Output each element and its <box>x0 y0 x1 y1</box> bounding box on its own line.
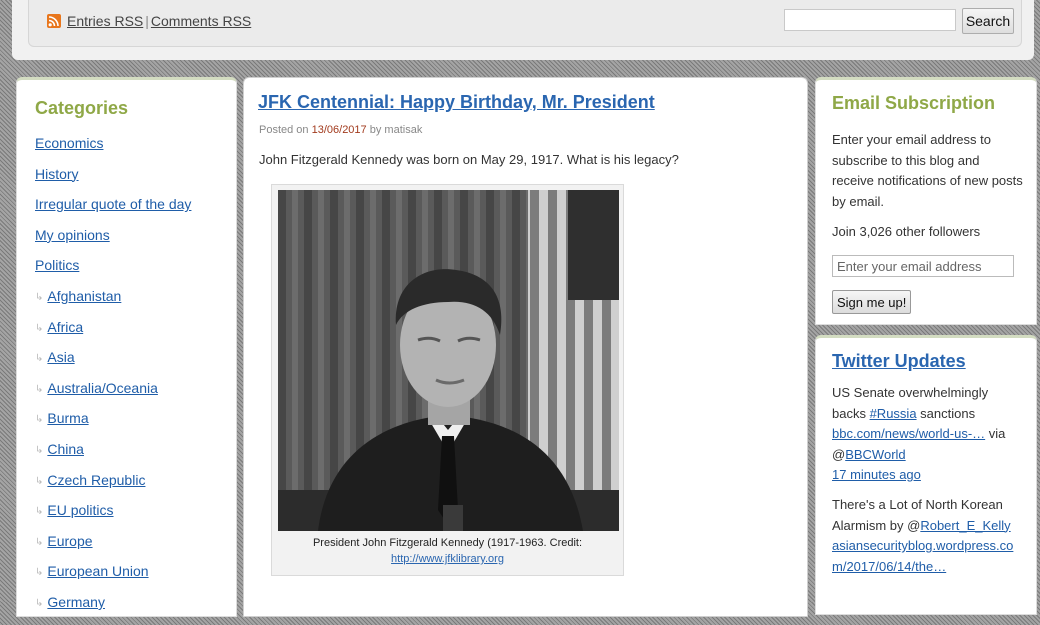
tweet-link[interactable]: bbc.com/news/world-us-… <box>832 426 985 441</box>
category-link[interactable]: Africa <box>47 319 83 335</box>
twitter-title-link[interactable]: Twitter Updates <box>832 351 966 371</box>
photo-caption: President John Fitzgerald Kennedy (1917-… <box>276 535 619 567</box>
post-title: JFK Centennial: Happy Birthday, Mr. Pres… <box>258 92 655 113</box>
header-inner: Entries RSS | Comments RSS Search <box>28 0 1022 47</box>
sidebar-item: ↳ European Union <box>35 563 191 594</box>
category-link[interactable]: Politics <box>35 257 79 273</box>
category-link[interactable]: Asia <box>47 349 74 365</box>
sidebar-item: ↳ Europe <box>35 533 191 564</box>
subcategory-arrow-icon: ↳ <box>35 444 44 456</box>
category-link[interactable]: European Union <box>47 563 148 579</box>
post-date[interactable]: 13/06/2017 <box>312 124 367 136</box>
rss-icon[interactable] <box>47 14 61 28</box>
followers-count: Join 3,026 other followers <box>832 224 981 239</box>
tweet-time-link[interactable]: 17 minutes ago <box>832 467 921 482</box>
category-link[interactable]: Burma <box>47 410 88 426</box>
tweet-handle-link[interactable]: BBCWorld <box>845 447 905 462</box>
rss-links: Entries RSS | Comments RSS <box>67 13 251 29</box>
entries-rss-link[interactable]: Entries RSS <box>67 13 143 29</box>
category-link[interactable]: My opinions <box>35 227 110 243</box>
subcategory-arrow-icon: ↳ <box>35 506 44 518</box>
category-link[interactable]: China <box>47 441 84 457</box>
comments-rss-link[interactable]: Comments RSS <box>151 13 251 29</box>
category-link[interactable]: History <box>35 166 79 182</box>
subcategory-arrow-icon: ↳ <box>35 414 44 426</box>
sidebar-item: ↳ EU politics <box>35 502 191 533</box>
subcategory-arrow-icon: ↳ <box>35 475 44 487</box>
tweet-link[interactable]: asiansecurityblog.wordpress.com/2017/06/… <box>832 538 1013 574</box>
sidebar-item: ↳ Australia/Oceania <box>35 380 191 411</box>
twitter-title: Twitter Updates <box>832 351 966 372</box>
sidebar-item: Politics <box>35 257 191 288</box>
category-link[interactable]: Czech Republic <box>47 472 145 488</box>
sidebar-item: ↳ Germany <box>35 594 191 625</box>
category-link[interactable]: Irregular quote of the day <box>35 196 191 212</box>
categories-title: Categories <box>35 98 129 118</box>
sign-up-button[interactable]: Sign me up! <box>832 290 912 314</box>
categories-list: Economics History Irregular quote of the d… <box>35 135 191 625</box>
email-description: Enter your email address to subscribe to… <box>832 132 1023 209</box>
tweet-handle-link[interactable]: Robert_E_Kelly <box>920 518 1010 533</box>
email-field[interactable] <box>832 255 1014 277</box>
sidebar-item: ↳ Asia <box>35 349 191 380</box>
sidebar-item: History <box>35 166 191 197</box>
email-subscription-widget: Email Subscription Enter your email addr… <box>815 77 1037 325</box>
twitter-widget: Twitter Updates US Senate overwhelmingly… <box>815 335 1037 615</box>
sidebar-item: ↳ Africa <box>35 319 191 350</box>
post-intro: John Fitzgerald Kennedy was born on May … <box>259 152 679 167</box>
sidebar-item: Economics <box>35 135 191 166</box>
sidebar-item: ↳ Afghanistan <box>35 288 191 319</box>
category-link[interactable]: Afghanistan <box>47 288 121 304</box>
hashtag-link[interactable]: #Russia <box>870 406 917 421</box>
search-button[interactable]: Search <box>962 8 1014 34</box>
rss-separator: | <box>145 13 149 29</box>
subcategory-arrow-icon: ↳ <box>35 567 44 579</box>
caption-text: President John Fitzgerald Kennedy (1917-… <box>312 537 583 549</box>
sidebar-item: My opinions <box>35 227 191 258</box>
sidebar-item: Irregular quote of the day <box>35 196 191 227</box>
main-content: JFK Centennial: Happy Birthday, Mr. Pres… <box>243 77 808 617</box>
tweet: US Senate overwhelmingly backs #Russia s… <box>832 383 1024 486</box>
caption-link[interactable]: http://www.jfklibrary.org <box>391 553 504 565</box>
post-meta: Posted on 13/06/2017 by matisak <box>259 124 422 136</box>
category-link[interactable]: Australia/Oceania <box>47 380 158 396</box>
post-title-link[interactable]: JFK Centennial: Happy Birthday, Mr. Pres… <box>258 92 655 112</box>
subcategory-arrow-icon: ↳ <box>35 353 44 365</box>
category-link[interactable]: Europe <box>47 533 92 549</box>
tweet: There's a Lot of North Korean Alarmism b… <box>832 495 1024 577</box>
sidebar-item: ↳ Czech Republic <box>35 472 191 503</box>
left-sidebar: Categories Economics History Irregular quo… <box>16 77 237 617</box>
subcategory-arrow-icon: ↳ <box>35 383 44 395</box>
post-author[interactable]: matisak <box>384 124 422 136</box>
subcategory-arrow-icon: ↳ <box>35 597 44 609</box>
header-bar: Entries RSS | Comments RSS Search <box>12 0 1034 60</box>
category-link[interactable]: Economics <box>35 135 103 151</box>
category-link[interactable]: EU politics <box>47 502 113 518</box>
jfk-photo[interactable] <box>278 190 619 531</box>
sidebar-item: ↳ Burma <box>35 410 191 441</box>
post-figure: President John Fitzgerald Kennedy (1917-… <box>271 184 624 576</box>
sidebar-item: ↳ China <box>35 441 191 472</box>
search-input[interactable] <box>784 9 956 31</box>
by-label: by <box>369 124 382 136</box>
posted-on-label: Posted on <box>259 124 309 136</box>
subcategory-arrow-icon: ↳ <box>35 536 44 548</box>
tweet-text: sanctions <box>916 405 976 421</box>
subcategory-arrow-icon: ↳ <box>35 291 44 303</box>
email-subscription-title: Email Subscription <box>832 93 996 113</box>
subcategory-arrow-icon: ↳ <box>35 322 44 334</box>
